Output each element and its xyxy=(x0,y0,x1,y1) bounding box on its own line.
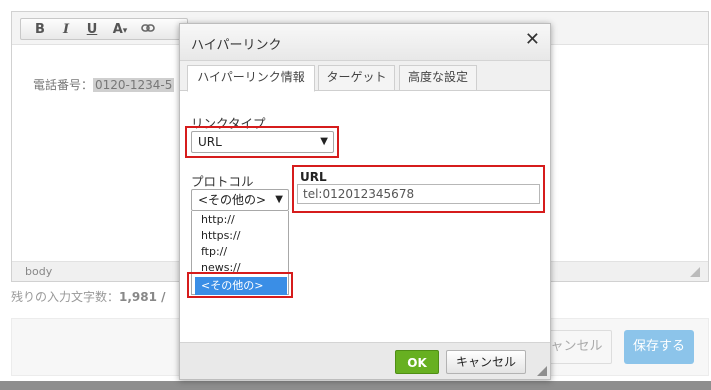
link-icon[interactable] xyxy=(135,22,161,37)
underline-button[interactable]: U xyxy=(79,22,105,37)
protocol-label: プロトコル xyxy=(191,174,254,189)
dialog-tabs: ハイパーリンク情報 ターゲット 高度な設定 xyxy=(180,61,550,92)
tab-advanced[interactable]: 高度な設定 xyxy=(399,65,477,91)
highlight-protocol-other xyxy=(187,272,293,298)
font-color-button[interactable]: A▾ xyxy=(105,22,135,37)
close-icon[interactable]: ✕ xyxy=(525,29,540,50)
selected-phone-text: 0120-1234-5 xyxy=(93,78,175,92)
cancel-button[interactable]: キャンセル xyxy=(446,350,526,374)
char-count-value: 1,981 / xyxy=(119,290,166,304)
highlight-url xyxy=(292,165,545,213)
font-color-caret: ▾ xyxy=(122,25,128,36)
protocol-option[interactable]: http:// xyxy=(201,213,235,226)
editor-content[interactable]: 電話番号： 0120-1234-5 xyxy=(33,76,175,93)
resize-grip-icon[interactable] xyxy=(537,366,547,376)
protocol-option[interactable]: https:// xyxy=(201,229,240,242)
font-color-label: A xyxy=(112,21,123,37)
ok-button[interactable]: OK xyxy=(395,350,439,374)
dialog-title-bar[interactable]: ハイパーリンク ✕ xyxy=(180,24,550,61)
dialog-title: ハイパーリンク xyxy=(191,38,282,53)
content-label: 電話番号： xyxy=(33,78,94,92)
tab-target[interactable]: ターゲット xyxy=(318,65,395,91)
protocol-select[interactable]: <その他の> ▼ xyxy=(191,189,289,211)
char-count-label: 残りの入力文字数： xyxy=(11,290,120,304)
bottom-bar xyxy=(0,381,711,390)
bold-button[interactable]: B xyxy=(27,22,53,37)
resize-grip-icon[interactable] xyxy=(690,267,700,277)
char-count: 残りの入力文字数：1,981 / xyxy=(11,288,166,305)
italic-button[interactable]: I xyxy=(53,22,79,37)
save-button[interactable]: 保存する xyxy=(624,330,694,364)
tab-link-info[interactable]: ハイパーリンク情報 xyxy=(187,65,315,92)
dialog-footer: OK キャンセル xyxy=(180,342,550,379)
protocol-option[interactable]: ftp:// xyxy=(201,245,227,258)
element-path: body xyxy=(25,265,53,278)
hyperlink-dialog: ハイパーリンク ✕ ハイパーリンク情報 ターゲット 高度な設定 リンクタイプ U… xyxy=(179,23,551,380)
page: B I U A▾ 電話番号： 0120-1234-5 body 残りの入力文字数：… xyxy=(0,0,711,390)
protocol-value: <その他の> xyxy=(198,193,267,207)
highlight-link-type xyxy=(185,126,339,158)
format-button-group: B I U A▾ xyxy=(20,18,188,40)
chevron-down-icon: ▼ xyxy=(275,194,283,205)
